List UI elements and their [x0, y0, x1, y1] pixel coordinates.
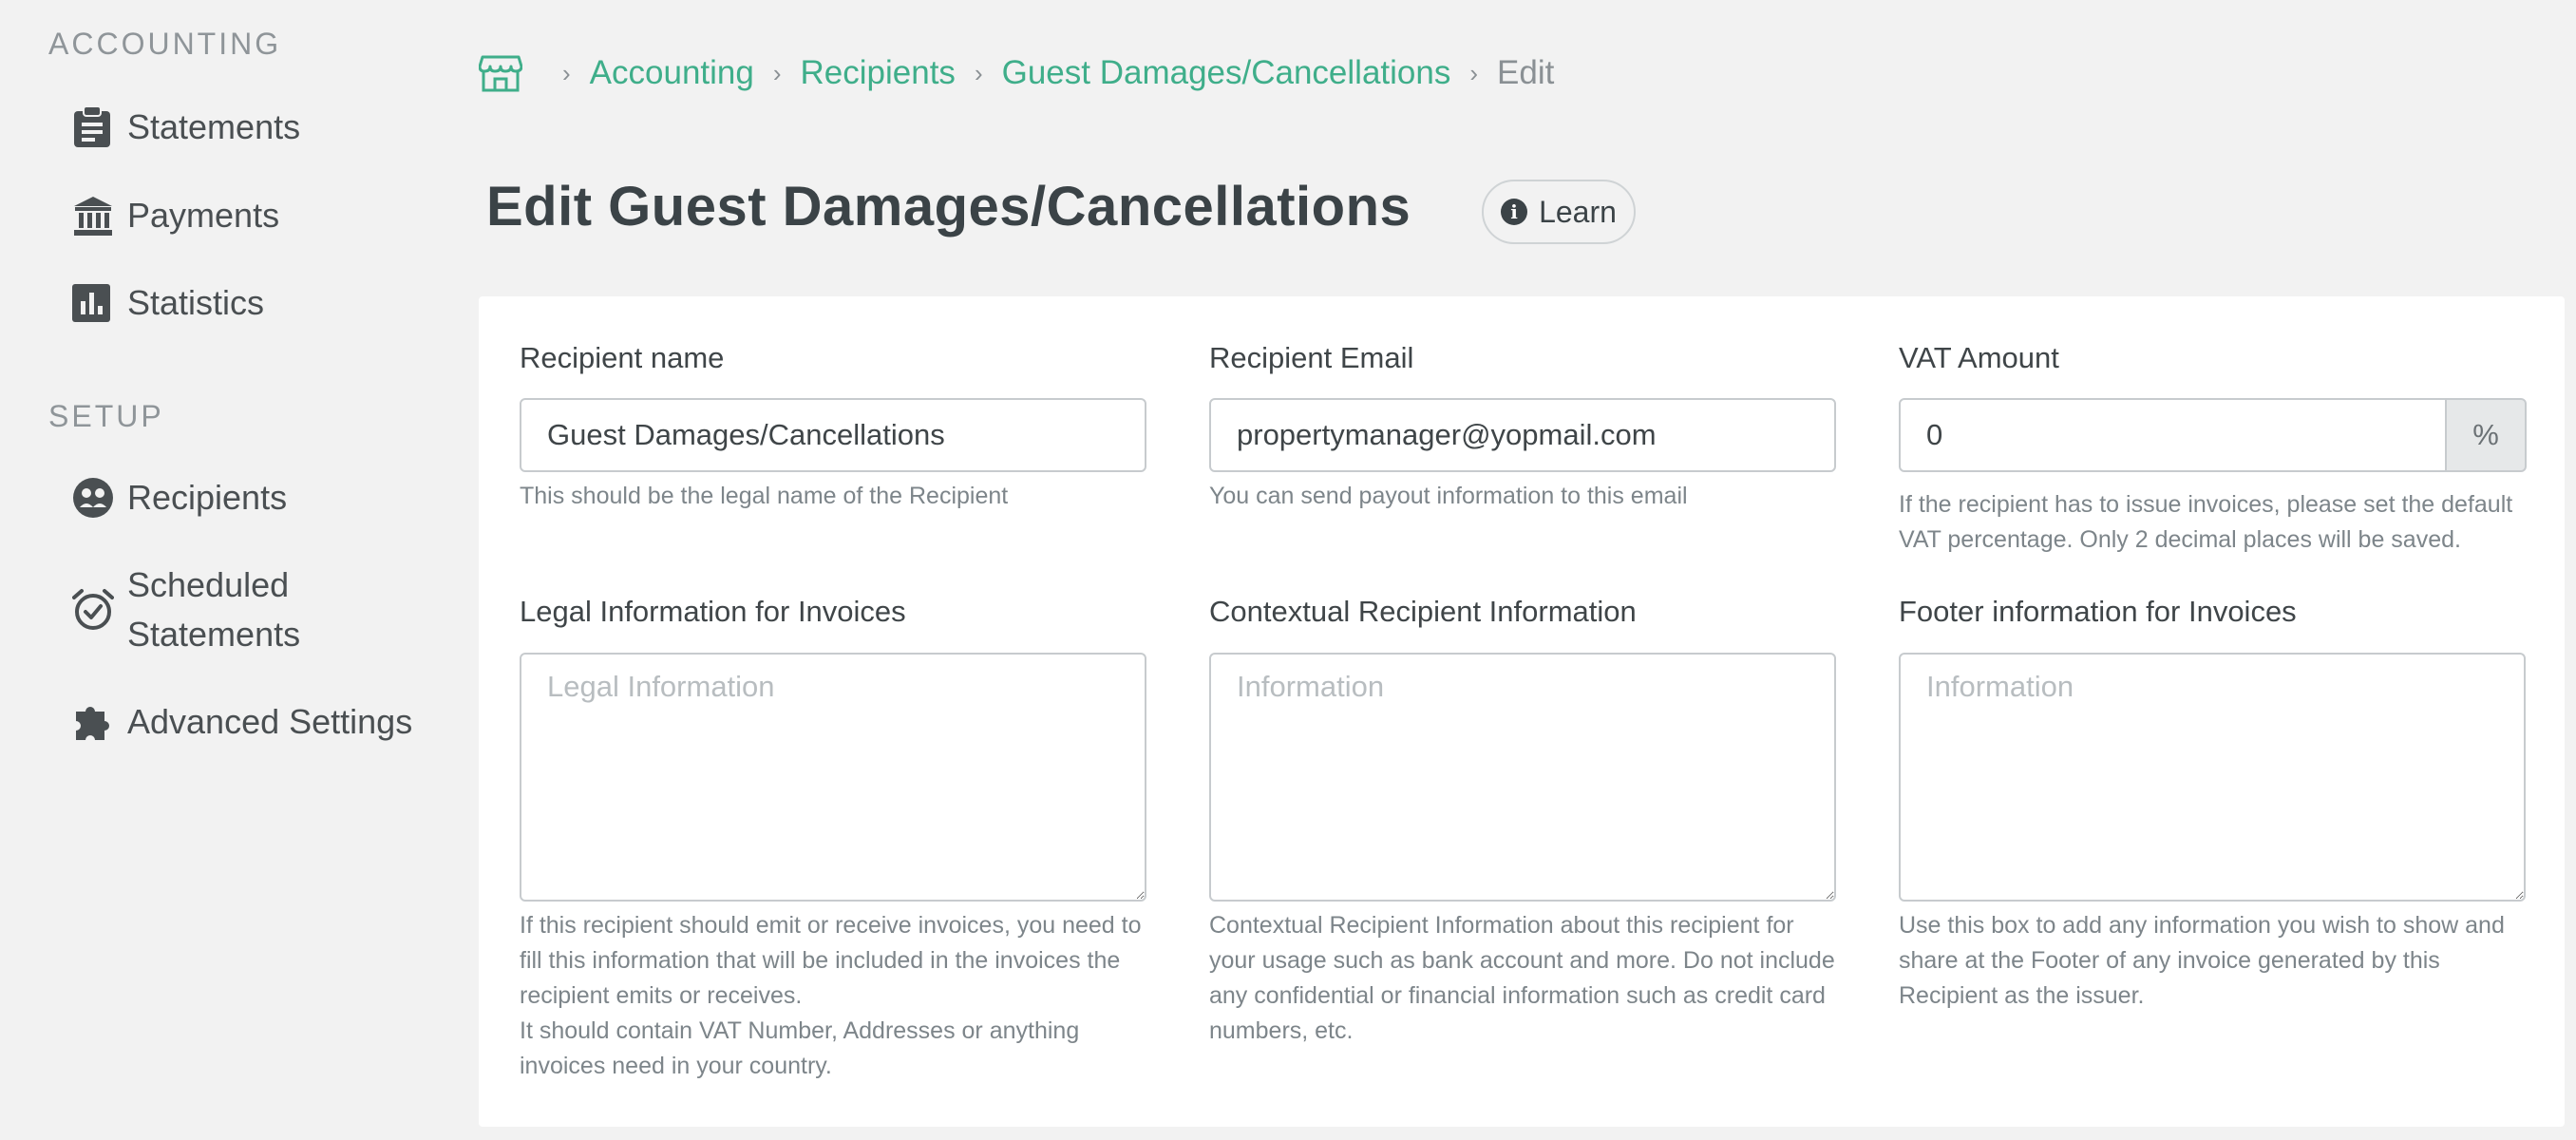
sidebar-item-statistics[interactable]: Statistics [72, 278, 264, 328]
sidebar-item-label: Statistics [127, 283, 265, 322]
sidebar: ACCOUNTING Statements Payments Statistic… [0, 0, 446, 1140]
learn-label: Learn [1539, 194, 1617, 229]
chevron-right-icon: › [974, 58, 983, 87]
footer-info-textarea[interactable] [1899, 653, 2526, 902]
info-icon: i [1501, 199, 1528, 225]
sidebar-item-label: Recipients [127, 478, 288, 517]
legal-info-textarea[interactable] [520, 653, 1146, 902]
footer-info-label: Footer information for Invoices [1899, 595, 2297, 628]
recipient-email-help: You can send payout information to this … [1209, 483, 1688, 509]
sidebar-item-label: Statements [127, 107, 301, 146]
bank-icon [72, 191, 116, 240]
contextual-info-label: Contextual Recipient Information [1209, 595, 1637, 628]
recipient-name-help: This should be the legal name of the Rec… [520, 483, 1009, 509]
vat-amount-label: VAT Amount [1899, 341, 2059, 374]
contextual-info-help-line: numbers, etc. [1209, 1017, 1354, 1044]
footer-info-help-line: share at the Footer of any invoice gener… [1899, 947, 2440, 974]
breadcrumb: › Accounting › Recipients › Guest Damage… [479, 53, 1554, 93]
recipient-name-label: Recipient name [520, 341, 725, 374]
sidebar-item-label: Advanced Settings [127, 702, 413, 741]
contextual-info-help-line: Contextual Recipient Information about t… [1209, 912, 1794, 939]
sidebar-item-advanced-settings[interactable]: Advanced Settings [72, 697, 412, 747]
smiley-group-icon [72, 473, 116, 522]
sidebar-item-payments[interactable]: Payments [72, 191, 279, 240]
puzzle-icon [72, 697, 116, 747]
learn-button[interactable]: i Learn [1482, 180, 1636, 244]
bar-chart-icon [72, 278, 116, 328]
vat-amount-input[interactable] [1899, 398, 2447, 472]
legal-info-help-line: fill this information that will be inclu… [520, 947, 1121, 974]
footer-info-help: Use this box to add any information you … [1899, 908, 2545, 1014]
recipient-name-input[interactable] [520, 398, 1146, 472]
percent-addon: % [2447, 398, 2527, 472]
legal-info-help-line: If this recipient should emit or receive… [520, 912, 1142, 939]
vat-amount-help-line: If the recipient has to issue invoices, … [1899, 491, 2513, 518]
sidebar-item-label: Scheduled Statements [127, 560, 300, 659]
sidebar-item-label-line2: Statements [127, 615, 301, 654]
home-store-icon[interactable] [479, 53, 522, 93]
vat-amount-help: If the recipient has to issue invoices, … [1899, 487, 2545, 558]
contextual-info-textarea[interactable] [1209, 653, 1836, 902]
breadcrumb-recipients[interactable]: Recipients [801, 54, 956, 92]
breadcrumb-current: Edit [1497, 54, 1555, 91]
alarm-clock-icon [72, 560, 116, 659]
recipient-email-label: Recipient Email [1209, 341, 1414, 374]
contextual-info-help: Contextual Recipient Information about t… [1209, 908, 1855, 1049]
legal-info-help-line: recipient emits or receives. [520, 982, 803, 1009]
accounting-section-title: ACCOUNTING [48, 27, 282, 61]
sidebar-item-recipients[interactable]: Recipients [72, 473, 287, 522]
sidebar-item-label: Payments [127, 196, 280, 235]
contextual-info-help-line: any confidential or financial informatio… [1209, 982, 1826, 1009]
breadcrumb-recipient[interactable]: Guest Damages/Cancellations [1002, 54, 1451, 92]
sidebar-item-label-line1: Scheduled [127, 565, 290, 604]
recipient-form-card: Recipient name This should be the legal … [479, 296, 2565, 1127]
legal-info-help: If this recipient should emit or receive… [520, 908, 1165, 1084]
legal-info-help-line: It should contain VAT Number, Addresses … [520, 1017, 1080, 1044]
vat-amount-help-line: VAT percentage. Only 2 decimal places wi… [1899, 526, 2461, 553]
setup-section-title: SETUP [48, 399, 164, 433]
chevron-right-icon: › [562, 58, 571, 87]
chevron-right-icon: › [772, 58, 782, 87]
recipient-email-input[interactable] [1209, 398, 1836, 472]
footer-info-help-line: Recipient as the issuer. [1899, 982, 2145, 1009]
page-title: Edit Guest Damages/Cancellations [486, 176, 1411, 238]
sidebar-item-statements[interactable]: Statements [72, 103, 300, 152]
legal-info-help-line: invoices need in your country. [520, 1053, 832, 1079]
contextual-info-help-line: your usage such as bank account and more… [1209, 947, 1835, 974]
legal-info-label: Legal Information for Invoices [520, 595, 906, 628]
chevron-right-icon: › [1469, 58, 1479, 87]
sidebar-item-scheduled-statements[interactable]: Scheduled Statements [72, 560, 300, 659]
breadcrumb-accounting[interactable]: Accounting [590, 54, 754, 92]
footer-info-help-line: Use this box to add any information you … [1899, 912, 2505, 939]
clipboard-icon [72, 103, 116, 152]
